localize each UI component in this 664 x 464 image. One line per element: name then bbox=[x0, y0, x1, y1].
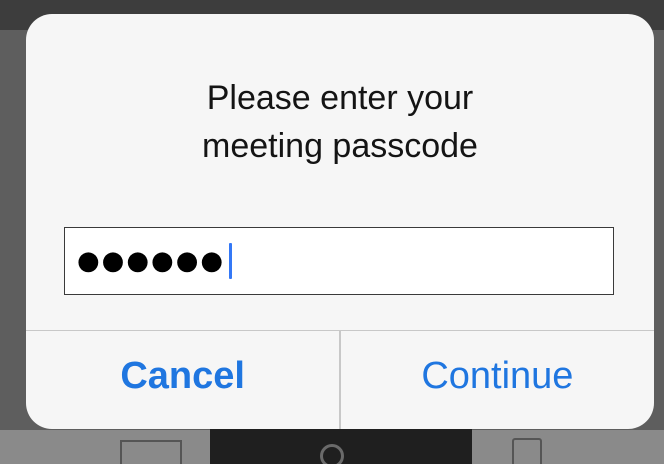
screen: Please enter your meeting passcode ●●●●●… bbox=[0, 0, 664, 464]
passcode-alert-dialog: Please enter your meeting passcode ●●●●●… bbox=[26, 14, 654, 429]
text-cursor bbox=[229, 243, 233, 279]
background-window-icon bbox=[120, 440, 182, 464]
passcode-input[interactable]: ●●●●●● bbox=[64, 227, 614, 295]
dialog-button-row: Cancel Continue bbox=[26, 330, 654, 429]
background-toolbar-right bbox=[472, 430, 664, 464]
dialog-title: Please enter your meeting passcode bbox=[202, 79, 478, 165]
cancel-button[interactable]: Cancel bbox=[26, 331, 339, 429]
continue-button[interactable]: Continue bbox=[341, 331, 654, 429]
masked-passcode-text: ●●●●●● bbox=[77, 246, 226, 276]
background-tablet-icon bbox=[512, 438, 542, 464]
background-gear-icon bbox=[320, 444, 344, 464]
